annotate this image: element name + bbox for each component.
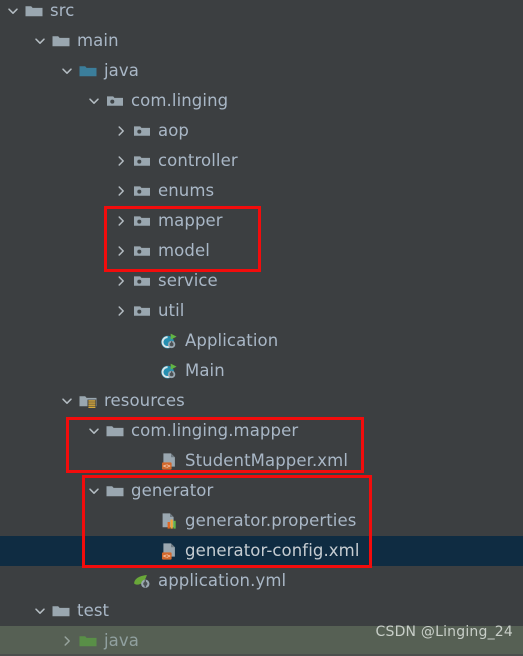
tree-row-label: StudentMapper.xml [185, 451, 349, 470]
tree-row-label: main [77, 31, 119, 50]
chevron-right-icon[interactable] [114, 274, 128, 288]
watermark-text: CSDN @Linging_24 [375, 624, 513, 640]
tree-row-label: application.yml [158, 571, 287, 590]
chevron-right-icon[interactable] [114, 214, 128, 228]
tree-row-label: service [158, 271, 218, 290]
chevron-right-icon[interactable] [60, 634, 74, 648]
tree-row-label: Main [185, 361, 225, 380]
java-class-run-icon [159, 331, 179, 351]
tree-row-label: aop [158, 121, 189, 140]
chevron-right-icon[interactable] [114, 184, 128, 198]
tree-row-label: model [158, 241, 210, 260]
chevron-down-icon[interactable] [33, 34, 47, 48]
tree-row-label: generator.properties [185, 511, 357, 530]
chevron-right-icon[interactable] [114, 244, 128, 258]
tree-row[interactable]: controller [0, 146, 523, 176]
tree-row[interactable]: Main [0, 356, 523, 386]
tree-row[interactable]: resources [0, 386, 523, 416]
chevron-down-icon[interactable] [87, 424, 101, 438]
tree-row[interactable]: service [0, 266, 523, 296]
tree-row[interactable]: main [0, 26, 523, 56]
folder-grey-icon [51, 601, 71, 621]
tree-row-label: generator-config.xml [185, 541, 360, 560]
tree-row[interactable]: enums [0, 176, 523, 206]
tree-row-label: util [158, 301, 185, 320]
tree-row[interactable]: java [0, 56, 523, 86]
tree-row[interactable]: src [0, 0, 523, 26]
xml-file-icon: <> [159, 541, 179, 561]
chevron-down-icon[interactable] [6, 4, 20, 18]
folder-grey-icon [105, 481, 125, 501]
tree-row-label: mapper [158, 211, 223, 230]
svg-text:<>: <> [163, 552, 171, 560]
java-class-run-icon [159, 361, 179, 381]
tree-row[interactable]: generator.properties [0, 506, 523, 536]
tree-row[interactable]: <> generator-config.xml [0, 536, 523, 566]
tree-row[interactable]: util [0, 296, 523, 326]
tree-row[interactable]: model [0, 236, 523, 266]
tree-row-label: java [104, 631, 139, 650]
tree-row-label: enums [158, 181, 215, 200]
tree-row[interactable]: mapper [0, 206, 523, 236]
chevron-down-icon[interactable] [33, 604, 47, 618]
package-icon [132, 241, 152, 261]
chevron-down-icon[interactable] [60, 64, 74, 78]
spring-yaml-icon [132, 571, 152, 591]
folder-resources-icon [78, 391, 98, 411]
tree-row[interactable]: <> StudentMapper.xml [0, 446, 523, 476]
tree-row-label: Application [185, 331, 279, 350]
tree-row-label: com.linging.mapper [131, 421, 299, 440]
tree-row-label: test [77, 601, 110, 620]
tree-row-label: generator [131, 481, 214, 500]
package-icon [132, 271, 152, 291]
xml-file-icon: <> [159, 451, 179, 471]
chevron-right-icon[interactable] [114, 304, 128, 318]
tree-row[interactable]: com.linging [0, 86, 523, 116]
chevron-down-icon[interactable] [60, 394, 74, 408]
tree-row-label: com.linging [131, 91, 229, 110]
chevron-down-icon[interactable] [87, 94, 101, 108]
tree-row-label: java [104, 61, 139, 80]
chevron-right-icon[interactable] [114, 124, 128, 138]
tree-row[interactable]: generator [0, 476, 523, 506]
folder-grey-icon [105, 421, 125, 441]
tree-row[interactable]: aop [0, 116, 523, 146]
chevron-down-icon[interactable] [87, 484, 101, 498]
folder-grey-icon [51, 31, 71, 51]
project-tool-window[interactable]: src main java com.linging aop controller enums… [0, 0, 523, 656]
properties-file-icon [159, 511, 179, 531]
tree-row-label: controller [158, 151, 238, 170]
package-icon [132, 121, 152, 141]
package-icon [132, 211, 152, 231]
tree-row-label: src [50, 1, 75, 20]
svg-text:<>: <> [163, 462, 171, 470]
tree-row[interactable]: Application [0, 326, 523, 356]
folder-blue-source-icon [78, 61, 98, 81]
folder-green-test-icon [78, 631, 98, 651]
package-icon [132, 181, 152, 201]
chevron-right-icon[interactable] [114, 154, 128, 168]
folder-grey-icon [24, 1, 44, 21]
package-icon [105, 91, 125, 111]
package-icon [132, 151, 152, 171]
tree-row[interactable]: com.linging.mapper [0, 416, 523, 446]
tree-row[interactable]: test [0, 596, 523, 626]
package-icon [132, 301, 152, 321]
tree-row[interactable]: application.yml [0, 566, 523, 596]
tree-row-label: resources [104, 391, 185, 410]
